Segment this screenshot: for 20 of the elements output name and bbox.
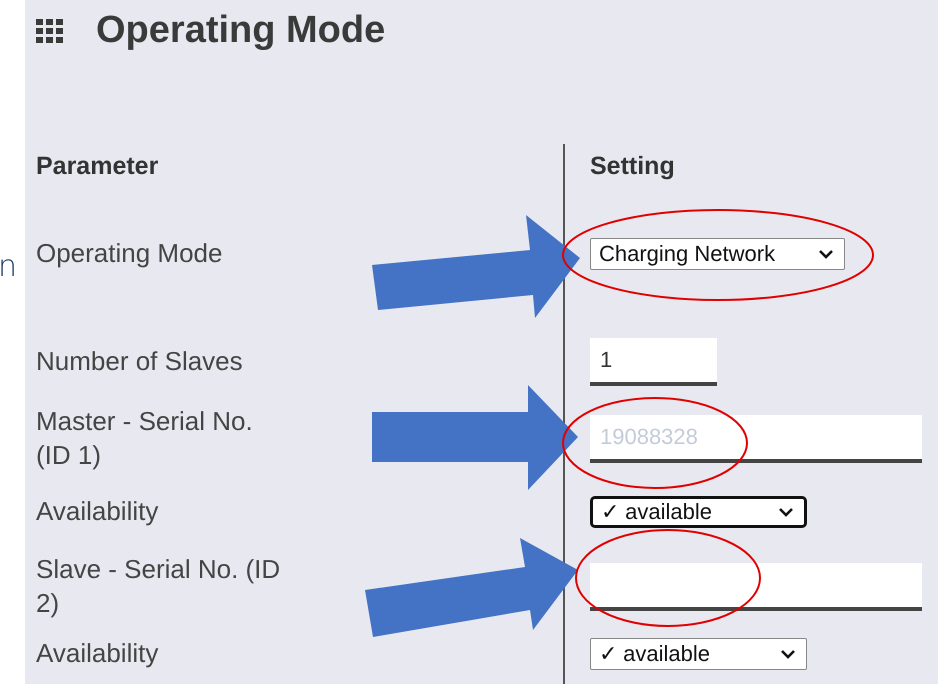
- caret-icon: [818, 249, 834, 259]
- parameter-label: Operating Mode: [36, 237, 224, 270]
- parameter-label: Availability: [36, 637, 160, 670]
- input-field[interactable]: 1: [590, 338, 717, 386]
- input-field[interactable]: [590, 562, 922, 610]
- parameter-label: Availability: [36, 494, 160, 528]
- parameter-label: Number of Slaves: [36, 344, 244, 378]
- caret-icon: [780, 649, 796, 659]
- input-field[interactable]: 19088328: [590, 415, 922, 463]
- column-header: Parameter: [36, 152, 158, 181]
- column-header: Setting: [590, 152, 675, 181]
- caret-icon: [778, 506, 794, 516]
- grid-icon: [36, 18, 64, 42]
- parameter-label: Master - Serial No. (ID 1): [36, 405, 254, 472]
- dropdown[interactable]: ✓ available: [590, 496, 807, 528]
- cut-off-text: n: [0, 252, 18, 282]
- dropdown[interactable]: Charging Network: [590, 238, 845, 270]
- parameter-label: Slave - Serial No. (ID 2): [36, 552, 281, 620]
- page-title: Operating Mode: [96, 9, 386, 52]
- dropdown[interactable]: ✓ available: [590, 638, 807, 670]
